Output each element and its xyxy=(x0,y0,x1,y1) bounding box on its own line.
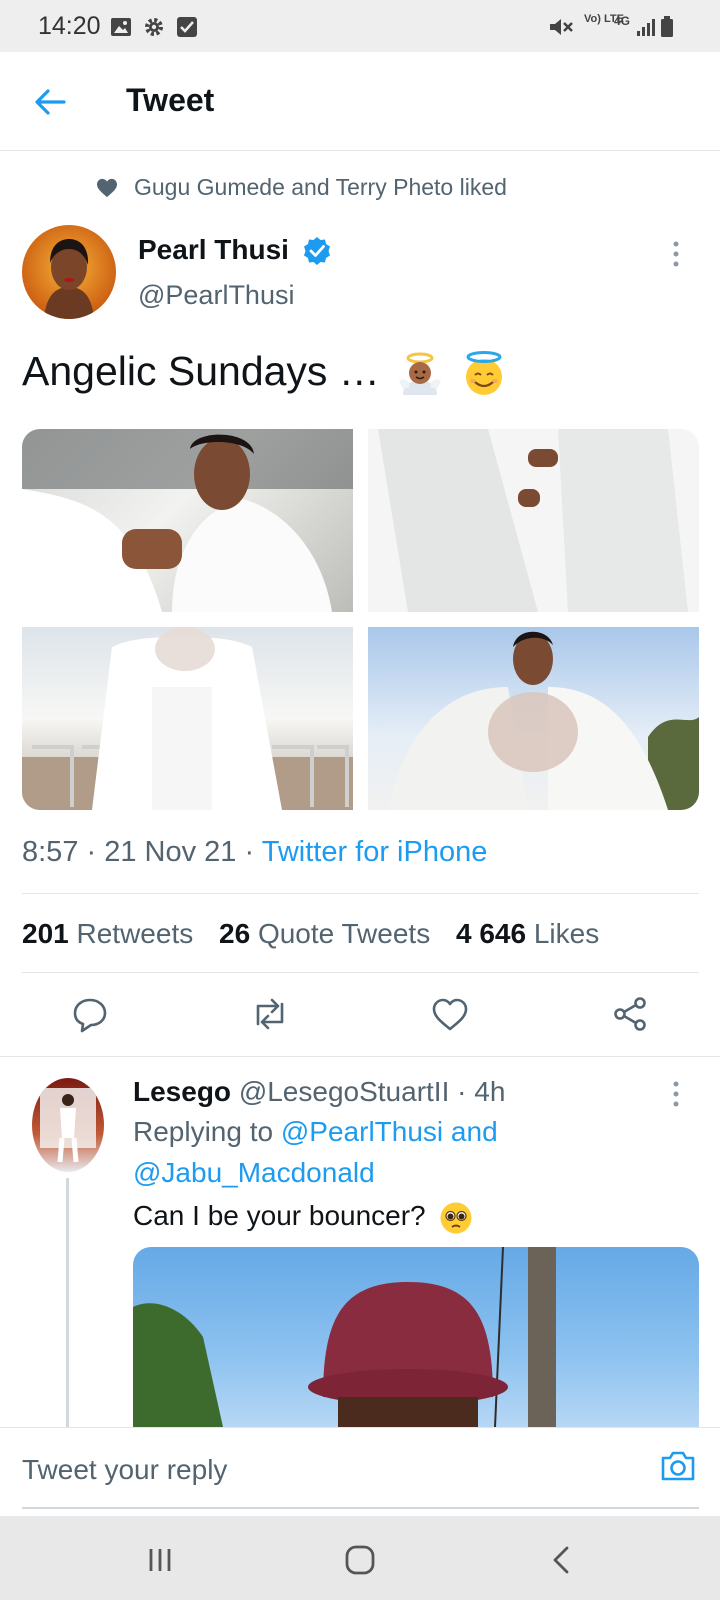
author-handle[interactable]: @PearlThusi xyxy=(138,280,294,311)
photo-woman-white-shirt xyxy=(22,429,353,612)
tweet-time: 8:57 xyxy=(22,836,79,868)
mention-link[interactable]: @Jabu_Macdonald xyxy=(133,1157,375,1189)
recent-apps-icon[interactable] xyxy=(140,1540,180,1580)
reply-composer xyxy=(0,1427,720,1516)
photo-man-red-hat xyxy=(133,1247,556,1427)
replying-to: Replying to @PearlThusi and xyxy=(133,1116,498,1148)
author-name[interactable]: Pearl Thusi xyxy=(138,234,289,266)
reply-avatar[interactable] xyxy=(32,1078,104,1172)
reply-media[interactable] xyxy=(133,1247,699,1427)
status-time: 14:20 xyxy=(38,12,101,40)
reply-input[interactable] xyxy=(22,1448,622,1492)
top-app-bar: Tweet xyxy=(0,52,720,151)
retweets-label: Retweets xyxy=(76,918,194,949)
tweet-media-4[interactable] xyxy=(368,627,699,810)
pleading-face-emoji xyxy=(440,1202,472,1234)
checkbox-icon xyxy=(177,17,197,37)
replying-prefix: Replying to xyxy=(133,1116,274,1147)
home-icon[interactable] xyxy=(340,1540,380,1580)
thread-connector xyxy=(66,1178,69,1428)
smiling-face-with-halo-emoji xyxy=(465,351,502,396)
avatar[interactable] xyxy=(22,225,116,319)
retweets-stat[interactable]: 201 Retweets xyxy=(22,918,211,949)
back-icon[interactable] xyxy=(542,1540,582,1580)
likes-label: Likes xyxy=(533,918,600,949)
tweet-source-link[interactable]: Twitter for iPhone xyxy=(262,836,488,868)
tweet-text-body: Angelic Sundays … xyxy=(22,348,380,394)
reply-icon[interactable] xyxy=(70,994,110,1034)
photo-woman-white-coat-sky xyxy=(388,631,699,810)
image-icon xyxy=(111,18,131,36)
retweets-count: 201 xyxy=(22,918,69,949)
photo-white-outfit-patio xyxy=(22,627,353,810)
like-icon[interactable] xyxy=(430,994,470,1034)
baby-angel-emoji xyxy=(399,352,442,396)
quote-tweets-count: 26 xyxy=(219,918,251,949)
page-title: Tweet xyxy=(126,82,215,118)
status-bar: 14:20 Vo) LTE 4G xyxy=(0,0,720,52)
reply-author-name[interactable]: Lesego xyxy=(133,1076,231,1107)
mute-icon xyxy=(550,19,573,35)
avatar-image xyxy=(22,225,116,319)
tweet-date: 21 Nov 21 xyxy=(104,836,237,868)
system-navigation-bar xyxy=(0,1516,720,1600)
tweet-media-1[interactable] xyxy=(22,429,353,612)
tweet-media-3[interactable] xyxy=(22,627,353,810)
reply-more-options-icon[interactable] xyxy=(668,1078,684,1110)
heart-filled-icon xyxy=(97,178,117,198)
likes-stat[interactable]: 4 646 Likes xyxy=(456,918,617,949)
share-icon[interactable] xyxy=(610,994,650,1034)
likes-count: 4 646 xyxy=(455,918,527,949)
camera-icon[interactable] xyxy=(658,1446,698,1486)
mention-link[interactable]: @PearlThusi xyxy=(281,1116,443,1147)
quote-tweets-stat[interactable]: 26 Quote Tweets xyxy=(219,918,448,949)
reply-text-body: Can I be your bouncer? xyxy=(133,1200,426,1231)
tweet-text: Angelic Sundays … xyxy=(22,348,507,397)
reply-handle[interactable]: @LesegoStuartII xyxy=(239,1076,450,1107)
reply-text: Can I be your bouncer? xyxy=(133,1200,473,1235)
tweet-media-2[interactable] xyxy=(368,429,699,612)
signal-icon xyxy=(637,19,655,36)
section-divider xyxy=(0,1056,720,1057)
divider xyxy=(22,893,699,894)
back-arrow-icon[interactable] xyxy=(30,82,70,122)
verified-badge-icon xyxy=(304,237,330,265)
retweet-icon[interactable] xyxy=(250,994,290,1034)
tweet-timestamp-source: 8:57 · 21 Nov 21 · Twitter for iPhone xyxy=(22,836,488,868)
reply-header: Lesego @LesegoStuartII · 4h xyxy=(133,1076,506,1107)
battery-icon xyxy=(661,16,673,37)
reply-age: 4h xyxy=(474,1076,506,1107)
network-4g-icon: 4G xyxy=(614,14,631,28)
gear-icon xyxy=(145,18,163,36)
replying-and[interactable]: and xyxy=(451,1116,498,1147)
input-underline xyxy=(22,1507,699,1509)
photo-white-robe xyxy=(368,429,699,612)
more-options-icon[interactable] xyxy=(668,238,684,270)
divider xyxy=(22,972,699,973)
engagement-stats: 201 Retweets 26 Quote Tweets 4 646 Likes xyxy=(22,918,617,950)
quote-tweets-label: Quote Tweets xyxy=(257,918,431,949)
social-context-text: Gugu Gumede and Terry Pheto liked xyxy=(134,174,507,200)
reply-avatar-image xyxy=(40,1088,96,1163)
